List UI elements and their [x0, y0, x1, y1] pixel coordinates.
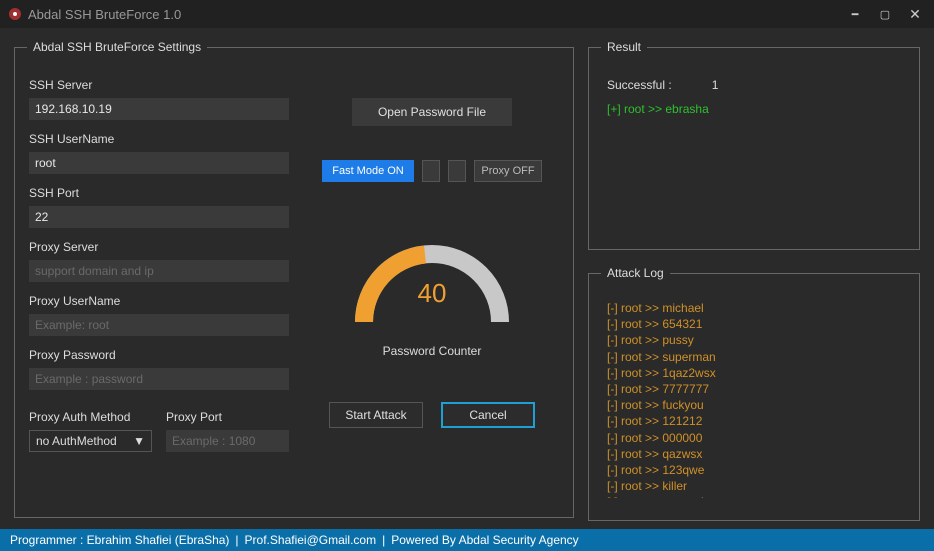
- app-icon: [8, 7, 22, 21]
- result-success-line: [+] root >> ebrasha: [607, 102, 901, 116]
- window-maximize-button[interactable]: ▢: [870, 3, 900, 25]
- successful-label: Successful :: [607, 78, 672, 92]
- window-close-button[interactable]: ✕: [900, 3, 930, 25]
- proxy-port-label: Proxy Port: [166, 410, 289, 424]
- ssh-server-label: SSH Server: [29, 78, 289, 92]
- footer-powered: Powered By Abdal Security Agency: [391, 533, 578, 547]
- attack-log-line: [-] root >> 1qaz2wsx: [607, 365, 901, 381]
- ssh-server-input[interactable]: [29, 98, 289, 120]
- fast-mode-button[interactable]: Fast Mode ON: [322, 160, 414, 182]
- attack-log-line: [-] root >> 654321: [607, 316, 901, 332]
- proxy-toggle-box[interactable]: [448, 160, 466, 182]
- proxy-username-input[interactable]: [29, 314, 289, 336]
- proxy-password-label: Proxy Password: [29, 348, 289, 362]
- attack-log-line: [-] root >> 121212: [607, 413, 901, 429]
- attack-log-line: [-] root >> 123qwe: [607, 462, 901, 478]
- proxy-server-input[interactable]: [29, 260, 289, 282]
- footer-bar: Programmer : Ebrahim Shafiei (EbraSha) |…: [0, 529, 934, 551]
- proxy-off-button[interactable]: Proxy OFF: [474, 160, 542, 182]
- open-password-file-button[interactable]: Open Password File: [352, 98, 512, 126]
- window-title: Abdal SSH BruteForce 1.0: [28, 7, 840, 22]
- footer-programmer: Programmer : Ebrahim Shafiei (EbraSha): [10, 533, 229, 547]
- result-legend: Result: [601, 40, 647, 54]
- footer-email: Prof.Shafiei@Gmail.com: [245, 533, 377, 547]
- ssh-username-label: SSH UserName: [29, 132, 289, 146]
- password-counter-gauge: 40: [342, 230, 522, 330]
- ssh-port-label: SSH Port: [29, 186, 289, 200]
- settings-group: Abdal SSH BruteForce Settings SSH Server…: [14, 40, 574, 518]
- start-attack-button[interactable]: Start Attack: [329, 402, 423, 428]
- proxy-auth-value: no AuthMethod: [36, 434, 117, 448]
- ssh-username-input[interactable]: [29, 152, 289, 174]
- attack-log-line: [-] root >> pussy: [607, 332, 901, 348]
- attack-log-body[interactable]: [-] root >> michael[-] root >> 654321[-]…: [603, 298, 905, 498]
- proxy-username-label: Proxy UserName: [29, 294, 289, 308]
- settings-legend: Abdal SSH BruteForce Settings: [27, 40, 207, 54]
- attack-log-line: [-] root >> michael: [607, 300, 901, 316]
- attack-log-line: [-] root >> qazwsx: [607, 446, 901, 462]
- footer-separator: |: [382, 533, 385, 547]
- proxy-auth-dropdown[interactable]: no AuthMethod ▼: [29, 430, 152, 452]
- proxy-port-input[interactable]: [166, 430, 289, 452]
- attack-log-line: [-] root >> superman: [607, 349, 901, 365]
- attack-log-line: [-] root >> fuckyou: [607, 397, 901, 413]
- proxy-auth-label: Proxy Auth Method: [29, 410, 152, 424]
- attack-log-line: [-] root >> killer: [607, 478, 901, 494]
- ssh-port-input[interactable]: [29, 206, 289, 228]
- attack-log-legend: Attack Log: [601, 266, 670, 280]
- gauge-label: Password Counter: [383, 344, 482, 358]
- attack-log-group: Attack Log [-] root >> michael[-] root >…: [588, 266, 920, 521]
- attack-log-line: [-] root >> 000000: [607, 430, 901, 446]
- window-titlebar: Abdal SSH BruteForce 1.0 ━ ▢ ✕: [0, 0, 934, 28]
- chevron-down-icon: ▼: [133, 434, 145, 448]
- attack-log-line: [-] root >> trustno1: [607, 494, 901, 498]
- attack-log-line: [-] root >> 7777777: [607, 381, 901, 397]
- footer-separator: |: [235, 533, 238, 547]
- result-group: Result Successful : 1 [+] root >> ebrash…: [588, 40, 920, 250]
- proxy-server-label: Proxy Server: [29, 240, 289, 254]
- window-minimize-button[interactable]: ━: [840, 3, 870, 25]
- cancel-button[interactable]: Cancel: [441, 402, 535, 428]
- successful-count: 1: [712, 78, 719, 92]
- proxy-password-input[interactable]: [29, 368, 289, 390]
- gauge-value: 40: [342, 278, 522, 309]
- fast-mode-toggle-box[interactable]: [422, 160, 440, 182]
